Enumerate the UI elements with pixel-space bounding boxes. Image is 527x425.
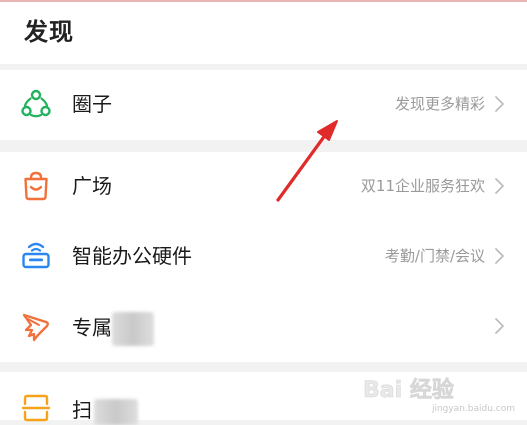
page-header: 发现: [0, 2, 527, 64]
scan-icon: [21, 394, 51, 422]
menu-item-label: 智能办公硬件: [72, 244, 192, 268]
watermark-logo-text: Bai 经验: [363, 377, 454, 403]
circle-network-icon: [21, 89, 51, 118]
page-title: 发现: [24, 18, 74, 46]
blurred-text-region: [112, 312, 154, 346]
menu-item-hint: 考勤/门禁/会议: [384, 247, 485, 265]
chevron-right-icon: [495, 318, 504, 334]
shopping-bag-icon: [24, 171, 48, 201]
office-device-icon: [22, 242, 50, 269]
menu-item-exclusive[interactable]: 专属: [0, 292, 527, 362]
menu-item-label: 扫: [72, 396, 138, 425]
menu-item-label: 专属: [72, 312, 154, 346]
menu-item-smart-hardware[interactable]: 智能办公硬件 考勤/门禁/会议: [0, 222, 527, 292]
chevron-right-icon: [495, 248, 504, 264]
chevron-right-icon: [495, 178, 504, 194]
menu-item-label: 广场: [72, 174, 112, 198]
watermark-url: jingyan.baidu.com: [431, 404, 515, 414]
menu-item-hint: 双11企业服务狂欢: [360, 177, 485, 195]
menu-item-hint: 发现更多精彩: [394, 95, 485, 113]
wing-icon: [22, 313, 49, 342]
menu-item-label: 圈子: [72, 92, 112, 116]
chevron-right-icon: [495, 96, 504, 112]
menu-item-circle[interactable]: 圈子 发现更多精彩: [0, 70, 527, 140]
blurred-text-region: [94, 398, 138, 425]
menu-item-square[interactable]: 广场 双11企业服务狂欢: [0, 152, 527, 222]
